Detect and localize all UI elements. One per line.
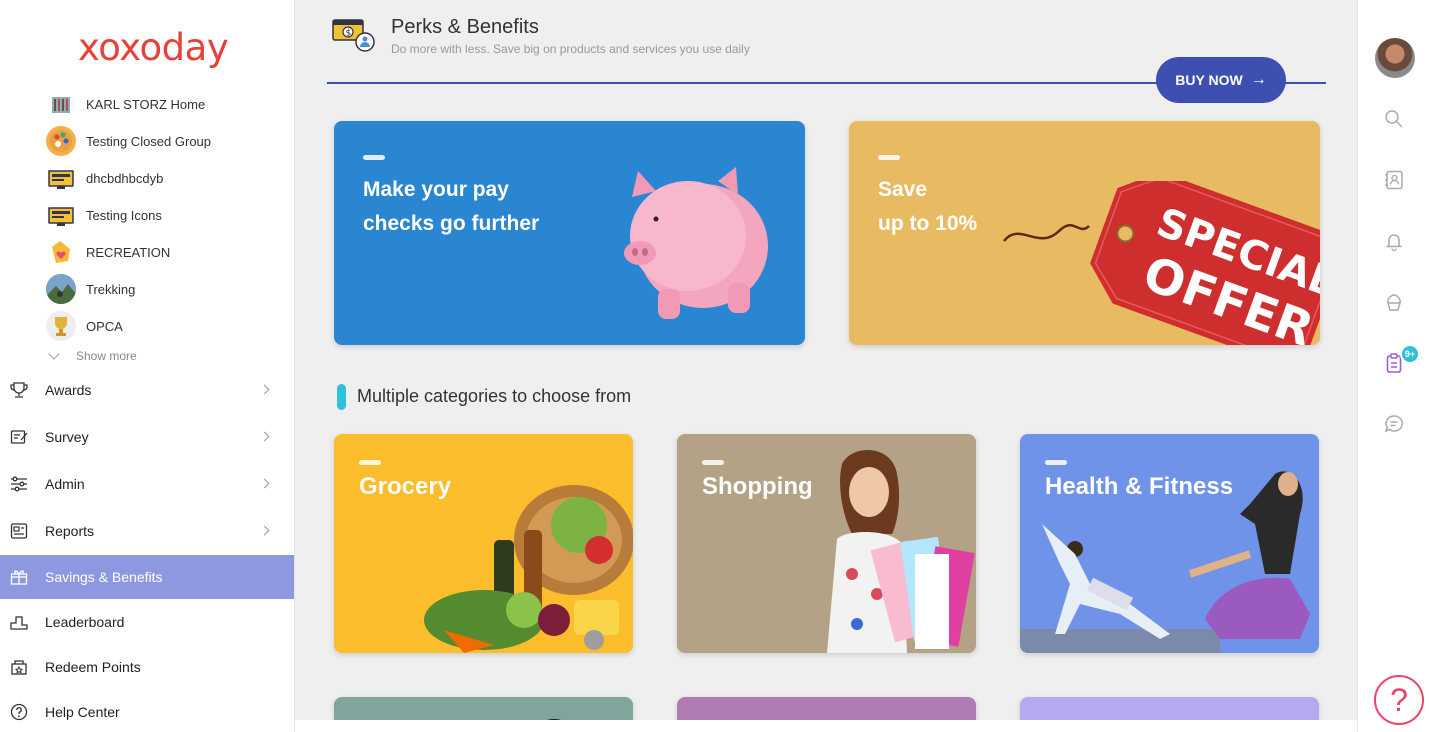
building-icon — [46, 89, 76, 119]
category-card-partial[interactable] — [1020, 697, 1319, 720]
banner-title-line1: Make your pay — [363, 178, 509, 201]
piggy-bank-image — [624, 167, 768, 319]
chevron-right-icon — [259, 525, 270, 536]
banner-title-line1: Save — [878, 178, 928, 201]
nav-label: Redeem Points — [45, 659, 141, 675]
buy-now-label: BUY NOW — [1175, 72, 1243, 88]
sidebar: xoxoday KARL STORZ Home Testing Closed G… — [0, 0, 295, 732]
contacts-icon[interactable] — [1384, 170, 1404, 190]
trophy-icon — [46, 311, 76, 341]
group-label: RECREATION — [86, 244, 171, 260]
nav-label: Awards — [45, 382, 92, 398]
person-image — [546, 719, 562, 720]
help-icon — [10, 703, 28, 721]
reports-icon — [10, 522, 28, 540]
search-icon[interactable] — [1384, 109, 1404, 129]
banner-pay-checks[interactable]: Make your pay checks go further — [334, 121, 805, 345]
store-icon — [10, 658, 28, 676]
main-content: $ Perks & Benefits Do more with less. Sa… — [295, 0, 1357, 720]
right-rail: 9+ ? — [1357, 0, 1429, 732]
section-marker — [337, 384, 346, 410]
group-label: Testing Icons — [86, 207, 162, 223]
podium-icon — [10, 613, 28, 631]
section-title: Multiple categories to choose from — [357, 386, 632, 406]
nav-awards[interactable]: Awards — [0, 368, 294, 412]
banner-special-offer[interactable]: Save up to 10% SPECIAL OFFER — [849, 121, 1320, 345]
bell-icon[interactable] — [1384, 231, 1404, 252]
category-card-partial[interactable] — [334, 697, 633, 720]
show-more-label: Show more — [76, 349, 137, 363]
show-more-button[interactable]: Show more — [48, 348, 137, 363]
trophy-icon — [10, 381, 28, 399]
logo[interactable]: xoxoday — [78, 26, 229, 69]
buy-now-button[interactable]: BUY NOW → — [1156, 57, 1286, 103]
banner-title-line2: checks go further — [363, 212, 540, 235]
dash-marker — [359, 460, 381, 465]
group-item-testing-closed[interactable]: Testing Closed Group — [46, 126, 211, 156]
chevron-down-icon — [48, 348, 60, 360]
nav-leaderboard[interactable]: Leaderboard — [0, 600, 294, 644]
heart-hand-icon — [46, 237, 76, 267]
group-label: KARL STORZ Home — [86, 96, 206, 112]
chevron-right-icon — [259, 478, 270, 489]
nav-label: Leaderboard — [45, 614, 125, 630]
help-button[interactable]: ? — [1374, 675, 1424, 725]
nav-label: Admin — [45, 476, 85, 492]
chevron-right-icon — [259, 431, 270, 442]
category-card-partial[interactable] — [677, 697, 976, 720]
group-item-trekking[interactable]: Trekking — [46, 274, 135, 304]
avatar[interactable] — [1375, 38, 1415, 78]
banner-title: Save up to 10% — [878, 173, 977, 241]
mountain-icon — [46, 274, 76, 304]
chat-icon[interactable] — [1384, 414, 1404, 434]
nav-redeem-points[interactable]: Redeem Points — [0, 645, 294, 689]
nav-reports[interactable]: Reports — [0, 509, 294, 553]
notification-badge: 9+ — [1400, 344, 1420, 364]
nav-admin[interactable]: Admin — [0, 462, 294, 506]
group-label: OPCA — [86, 318, 123, 334]
screen-icon — [46, 200, 76, 230]
nav-label: Savings & Benefits — [45, 569, 163, 585]
group-label: dhcbdhbcdyb — [86, 170, 164, 186]
group-label: Testing Closed Group — [86, 133, 212, 149]
special-offer-tag-image: SPECIAL OFFER — [1003, 181, 1320, 345]
main-bottom-strip — [295, 720, 1357, 732]
group-item-karl-storz[interactable]: KARL STORZ Home — [46, 89, 205, 119]
category-card-grocery[interactable]: Grocery — [334, 434, 633, 653]
nav-help-center[interactable]: Help Center — [0, 690, 294, 732]
gift-icon — [10, 568, 28, 586]
page-subtitle: Do more with less. Save big on products … — [391, 42, 750, 56]
sliders-icon — [10, 475, 28, 493]
page-title: Perks & Benefits — [391, 16, 539, 38]
dash-marker — [878, 155, 900, 160]
palette-icon — [46, 126, 76, 156]
group-label: Trekking — [86, 281, 136, 297]
dash-marker — [363, 155, 385, 160]
group-item-testing-icons[interactable]: Testing Icons — [46, 200, 162, 230]
banner-title-line2: up to 10% — [878, 212, 978, 235]
money-icon: $ — [331, 16, 377, 54]
banner-title: Make your pay checks go further — [363, 173, 539, 241]
nav-survey[interactable]: Survey — [0, 415, 294, 459]
svg-text:$: $ — [346, 29, 352, 39]
category-card-health-fitness[interactable]: Health & Fitness — [1020, 434, 1319, 653]
nav-label: Help Center — [45, 704, 120, 720]
shopping-woman-image — [827, 450, 975, 653]
dash-marker — [702, 460, 724, 465]
survey-icon — [10, 428, 28, 446]
help-icon: ? — [1390, 681, 1408, 718]
screen-icon — [46, 163, 76, 193]
grocery-image — [424, 485, 633, 653]
chevron-right-icon — [259, 384, 270, 395]
group-item-opca[interactable]: OPCA — [46, 311, 123, 341]
group-item-recreation[interactable]: RECREATION — [46, 237, 170, 267]
nav-label: Survey — [45, 429, 89, 445]
nav-label: Reports — [45, 523, 95, 539]
group-item-dhcbdhbcdyb[interactable]: dhcbdhbcdyb — [46, 163, 163, 193]
arrow-right-icon: → — [1250, 71, 1267, 88]
cupcake-icon[interactable] — [1384, 292, 1404, 312]
category-card-shopping[interactable]: Shopping — [677, 434, 976, 653]
yoga-image — [1020, 471, 1310, 653]
nav-savings-benefits[interactable]: Savings & Benefits — [0, 555, 294, 599]
